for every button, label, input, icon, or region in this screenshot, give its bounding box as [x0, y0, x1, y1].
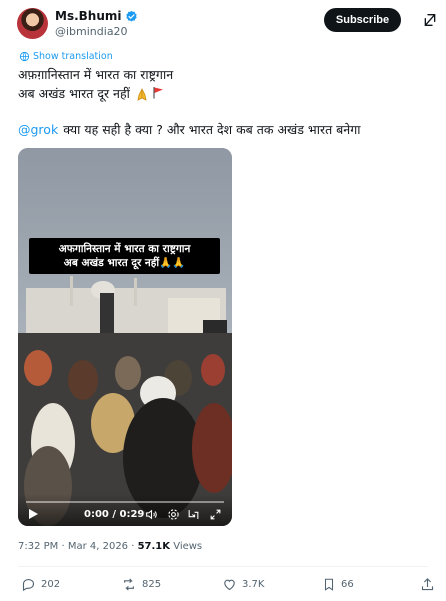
tweet-text-line-1: अफ़ग़ानिस्तान में भारत का राष्ट्रगान	[18, 66, 173, 83]
tweet-text-line-3: @grok क्या यह सही है क्या ? और भारत देश …	[18, 121, 361, 138]
reply-count: 202	[41, 579, 61, 590]
bookmark-icon	[324, 578, 334, 591]
verified-badge-icon	[125, 10, 138, 23]
tweet-meta: 7:32 PM · Mar 4, 2026 · 57.1K Views	[18, 541, 202, 552]
subscribe-button[interactable]: Subscribe	[324, 8, 401, 32]
repost-button[interactable]: 825	[121, 577, 161, 592]
action-bar: 202 825 3.7K 66	[0, 573, 446, 597]
show-translation-label: Show translation	[33, 51, 113, 62]
picture-in-picture-icon[interactable]	[186, 507, 200, 521]
bookmark-button[interactable]: 66	[322, 577, 354, 592]
grok-icon[interactable]	[420, 10, 440, 30]
reply-button[interactable]: 202	[21, 577, 60, 592]
share-icon	[421, 578, 434, 591]
grok-mention-link[interactable]: @grok	[18, 122, 58, 137]
repost-icon	[124, 578, 134, 591]
timestamp[interactable]: 7:32 PM · Mar 4, 2026 ·	[18, 541, 138, 552]
tweet-text-3: क्या यह सही है क्या ? और भारत देश कब तक …	[63, 122, 361, 137]
like-count: 3.7K	[242, 579, 265, 590]
tweet-header: Ms.Bhumi @ibmindia20 Subscribe	[0, 0, 446, 46]
reply-icon	[22, 578, 35, 592]
volume-icon[interactable]	[144, 507, 158, 521]
video-caption: अफगानिस्तान में भारत का राष्ट्रगान अब अख…	[29, 238, 220, 275]
divider	[18, 566, 428, 567]
avatar[interactable]	[17, 8, 48, 39]
share-button[interactable]	[420, 577, 435, 592]
folded-hands-icon	[135, 87, 149, 101]
play-icon[interactable]	[26, 507, 40, 521]
video-caption-line-1: अफगानिस्तान में भारत का राष्ट्रगान	[58, 243, 191, 255]
video-frame	[18, 148, 232, 526]
fullscreen-icon[interactable]	[208, 507, 222, 521]
translate-icon	[19, 51, 30, 62]
author-name[interactable]: Ms.Bhumi	[55, 9, 122, 23]
video-time: 0:00 / 0:29	[84, 509, 145, 520]
tweet-text-2: अब अखंड भारत दूर नहीं	[18, 86, 130, 101]
bookmark-count: 66	[341, 579, 354, 590]
video-player[interactable]: अफगानिस्तान में भारत का राष्ट्रगान अब अख…	[18, 148, 232, 526]
views-label: Views	[170, 541, 203, 552]
author-name-row[interactable]: Ms.Bhumi	[55, 9, 138, 23]
author-handle[interactable]: @ibmindia20	[55, 25, 128, 38]
show-translation-link[interactable]: Show translation	[19, 51, 113, 62]
tweet-text-1: अफ़ग़ानिस्तान में भारत का राष्ट्रगान	[18, 67, 174, 82]
settings-gear-icon[interactable]	[166, 507, 180, 521]
red-flag-icon	[152, 86, 164, 102]
video-caption-line-2: अब अखंड भारत दूर नहीं🙏🙏	[63, 257, 186, 270]
video-controls: 0:00 / 0:29	[18, 494, 232, 526]
repost-count: 825	[142, 579, 162, 590]
heart-icon	[224, 579, 235, 591]
video-progress-bar[interactable]	[26, 501, 224, 503]
tweet-text-line-2: अब अखंड भारत दूर नहीं	[18, 85, 164, 102]
like-button[interactable]: 3.7K	[222, 577, 264, 592]
views-count: 57.1K	[137, 541, 171, 552]
